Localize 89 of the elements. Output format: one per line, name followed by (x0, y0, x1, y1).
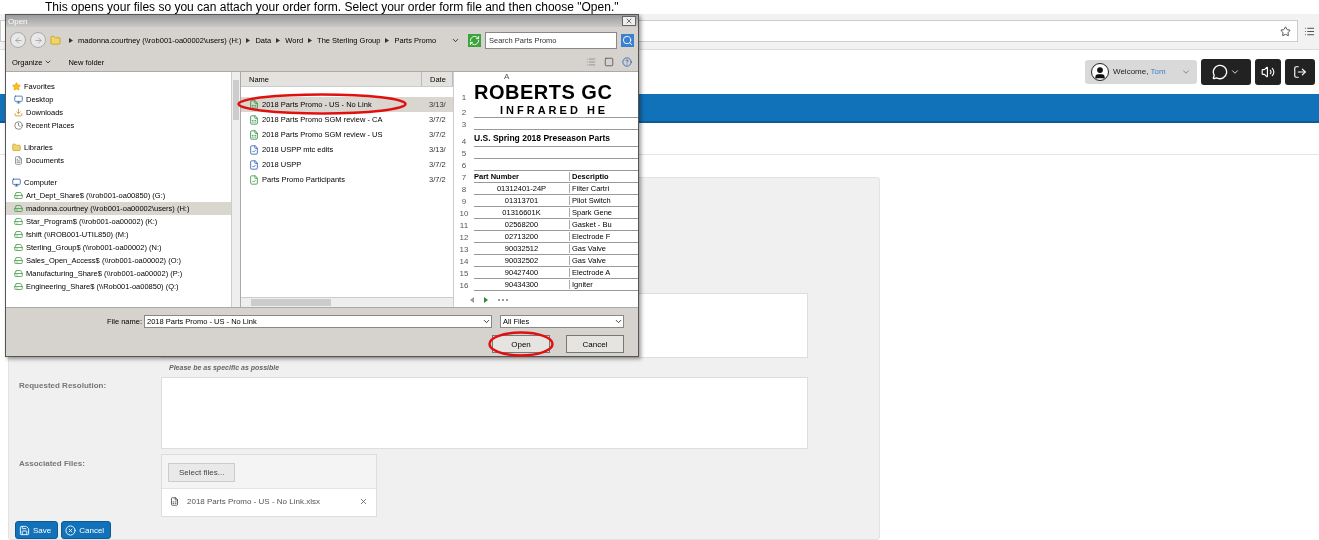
forward-arrow-icon (33, 35, 43, 45)
sheet-logo-text: ROBERTS GC (474, 82, 613, 102)
speaker-icon (1261, 64, 1275, 79)
clock-icon (14, 121, 23, 130)
document-icon (249, 144, 259, 155)
row-number: 1 (460, 92, 468, 102)
forward-button[interactable] (30, 32, 46, 48)
row-number: 4 (460, 136, 468, 146)
row-number: 6 (460, 160, 468, 170)
network-drive-icon (14, 256, 23, 265)
folder-icon (12, 143, 21, 152)
field-label: Requested Resolution: (18, 380, 108, 392)
instruction-caption: This opens your files so you can attach your order form. Select your order form file and then choose "Open." (44, 0, 620, 14)
scrollbar[interactable] (241, 297, 453, 307)
network-drive-icon (14, 230, 23, 239)
sheet-title: U.S. Spring 2018 Preseason Parts (474, 133, 611, 143)
cancel-icon (65, 524, 77, 536)
network-drive-icon (14, 243, 23, 252)
bookmark-star-icon[interactable] (1280, 25, 1291, 37)
separator-icon (246, 37, 251, 43)
network-drive-icon (14, 217, 23, 226)
select-files-button[interactable]: Select files... (168, 463, 236, 482)
row-number: 9 (460, 196, 468, 206)
row-number: 13 (458, 244, 470, 254)
row-number: 12 (458, 232, 470, 242)
back-button[interactable] (10, 32, 26, 48)
document-icon (14, 156, 23, 165)
separator-icon (308, 37, 313, 43)
highlight-ellipse (488, 331, 554, 357)
back-arrow-icon (13, 35, 23, 45)
monitor-icon (14, 95, 23, 104)
help-icon[interactable] (622, 57, 632, 67)
network-drive-icon (14, 191, 23, 200)
cancel-button[interactable]: Cancel (61, 521, 112, 539)
save-button[interactable]: Save (15, 521, 59, 539)
spreadsheet-icon (249, 129, 259, 140)
open-button[interactable]: Open (492, 335, 550, 353)
spreadsheet-icon (249, 99, 259, 110)
preview-pane-icon[interactable] (604, 57, 614, 67)
cancel-button[interactable]: Cancel (566, 335, 624, 353)
row-number: 14 (458, 256, 470, 266)
search-icon[interactable] (621, 33, 634, 47)
caret-icon (44, 58, 53, 66)
avatar-icon (1091, 62, 1109, 81)
field-label: Associated Files: (18, 458, 86, 470)
previous-sheet-icon[interactable] (470, 297, 474, 303)
separator-icon (69, 37, 73, 43)
spreadsheet-icon (249, 114, 259, 125)
resolution-field[interactable] (161, 377, 808, 449)
document-icon (249, 159, 259, 170)
logout-button[interactable] (1285, 58, 1315, 85)
network-drive-icon (14, 269, 23, 278)
row-number: 10 (458, 208, 470, 218)
separator-icon (385, 37, 390, 43)
column-letter: A (503, 72, 511, 82)
sheet-logo-subtitle: INFRARED HE (499, 104, 609, 116)
row-number: 16 (458, 280, 470, 290)
close-icon (625, 17, 633, 25)
scrollbar[interactable] (231, 72, 240, 307)
menu-icon[interactable] (1304, 25, 1315, 37)
row-number: 15 (458, 268, 470, 278)
computer-icon (12, 178, 21, 187)
row-number: 11 (458, 220, 470, 230)
audio-button[interactable] (1255, 58, 1281, 85)
download-icon (14, 108, 23, 117)
document-icon (249, 174, 259, 185)
close-button[interactable] (622, 16, 636, 26)
language-button[interactable] (1201, 58, 1251, 85)
row-number: 8 (460, 184, 468, 194)
star-icon (12, 82, 21, 91)
remove-icon[interactable] (359, 497, 368, 506)
network-drive-icon (14, 204, 23, 213)
separator-icon (276, 37, 281, 43)
file-icon (170, 497, 179, 506)
welcome-menu[interactable]: Welcome, Tom (1085, 59, 1197, 84)
dialog-title: Open (8, 16, 28, 26)
folder-icon (50, 34, 61, 46)
row-number: 3 (460, 119, 468, 129)
welcome-text: Welcome, Tom (1113, 67, 1166, 77)
next-sheet-icon[interactable] (484, 297, 488, 303)
row-number: 2 (460, 107, 468, 117)
speech-bubble-icon (1212, 63, 1228, 80)
row-number: 7 (460, 172, 468, 182)
network-drive-icon (14, 282, 23, 291)
save-icon (19, 524, 30, 536)
attached-file-name: 2018 Parts Promo - US - No Link.xlsx (187, 497, 320, 506)
row-number: 5 (460, 148, 468, 158)
refresh-icon[interactable] (468, 33, 481, 47)
exit-icon (1293, 64, 1307, 79)
